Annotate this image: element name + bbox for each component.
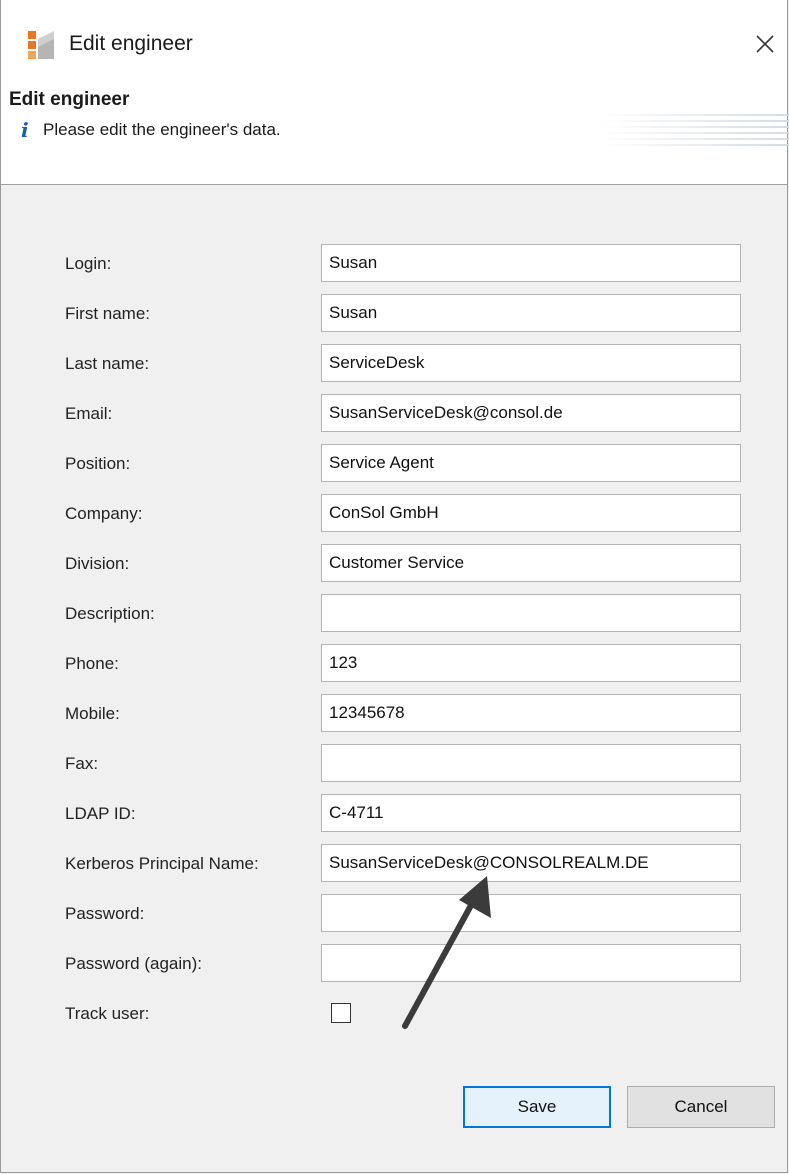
division-label: Division: [65,554,130,573]
edit-engineer-dialog: Edit engineer Edit engineer i Please edi… [0,0,789,1173]
app-icon [25,30,55,60]
password-label: Password: [65,904,145,923]
kerberos-principal-input[interactable] [321,844,741,882]
password-again-label: Password (again): [65,954,203,973]
form-row-kerberos: Kerberos Principal Name: [1,844,787,882]
form-row-password: Password: [1,894,787,932]
first-name-label: First name: [65,304,151,323]
phone-label: Phone: [65,654,119,673]
track-user-checkbox[interactable] [331,1003,351,1023]
description-input[interactable] [321,594,741,632]
division-input[interactable] [321,544,741,582]
last-name-input[interactable] [321,344,741,382]
email-label: Email: [65,404,113,423]
form-row-fax: Fax: [1,744,787,782]
company-label: Company: [65,504,143,523]
form-row-first-name: First name: [1,294,787,332]
form-row-phone: Phone: [1,644,787,682]
fax-input[interactable] [321,744,741,782]
mobile-label: Mobile: [65,704,120,723]
window-title: Edit engineer [69,32,193,55]
header-title: Edit engineer [9,89,130,110]
form-row-division: Division: [1,544,787,582]
form-row-position: Position: [1,444,787,482]
form-row-password-again: Password (again): [1,944,787,982]
password-input[interactable] [321,894,741,932]
ldap-id-label: LDAP ID: [65,804,136,823]
position-label: Position: [65,454,131,473]
fax-label: Fax: [65,754,99,773]
form-row-last-name: Last name: [1,344,787,382]
dialog-header: Edit engineer i Please edit the engineer… [1,84,789,185]
cancel-button[interactable]: Cancel [627,1086,775,1128]
header-subtitle: Please edit the engineer's data. [43,120,281,139]
first-name-input[interactable] [321,294,741,332]
kerberos-principal-label: Kerberos Principal Name: [65,854,259,873]
form-row-ldap-id: LDAP ID: [1,794,787,832]
email-input[interactable] [321,394,741,432]
phone-input[interactable] [321,644,741,682]
mobile-input[interactable] [321,694,741,732]
password-again-input[interactable] [321,944,741,982]
title-bar: Edit engineer [1,0,787,84]
save-button[interactable]: Save [463,1086,611,1128]
login-input[interactable] [321,244,741,282]
track-user-label: Track user: [65,1004,150,1023]
form-row-track-user: Track user: [1,994,787,1032]
company-input[interactable] [321,494,741,532]
form-row-mobile: Mobile: [1,694,787,732]
close-button[interactable] [745,24,785,64]
form-row-login: Login: [1,244,787,282]
form-row-description: Description: [1,594,787,632]
ldap-id-input[interactable] [321,794,741,832]
form-row-email: Email: [1,394,787,432]
info-icon: i [21,118,29,142]
close-icon [756,35,774,53]
form-row-company: Company: [1,494,787,532]
login-label: Login: [65,254,112,273]
description-label: Description: [65,604,155,623]
position-input[interactable] [321,444,741,482]
last-name-label: Last name: [65,354,150,373]
header-decoration [599,114,789,146]
